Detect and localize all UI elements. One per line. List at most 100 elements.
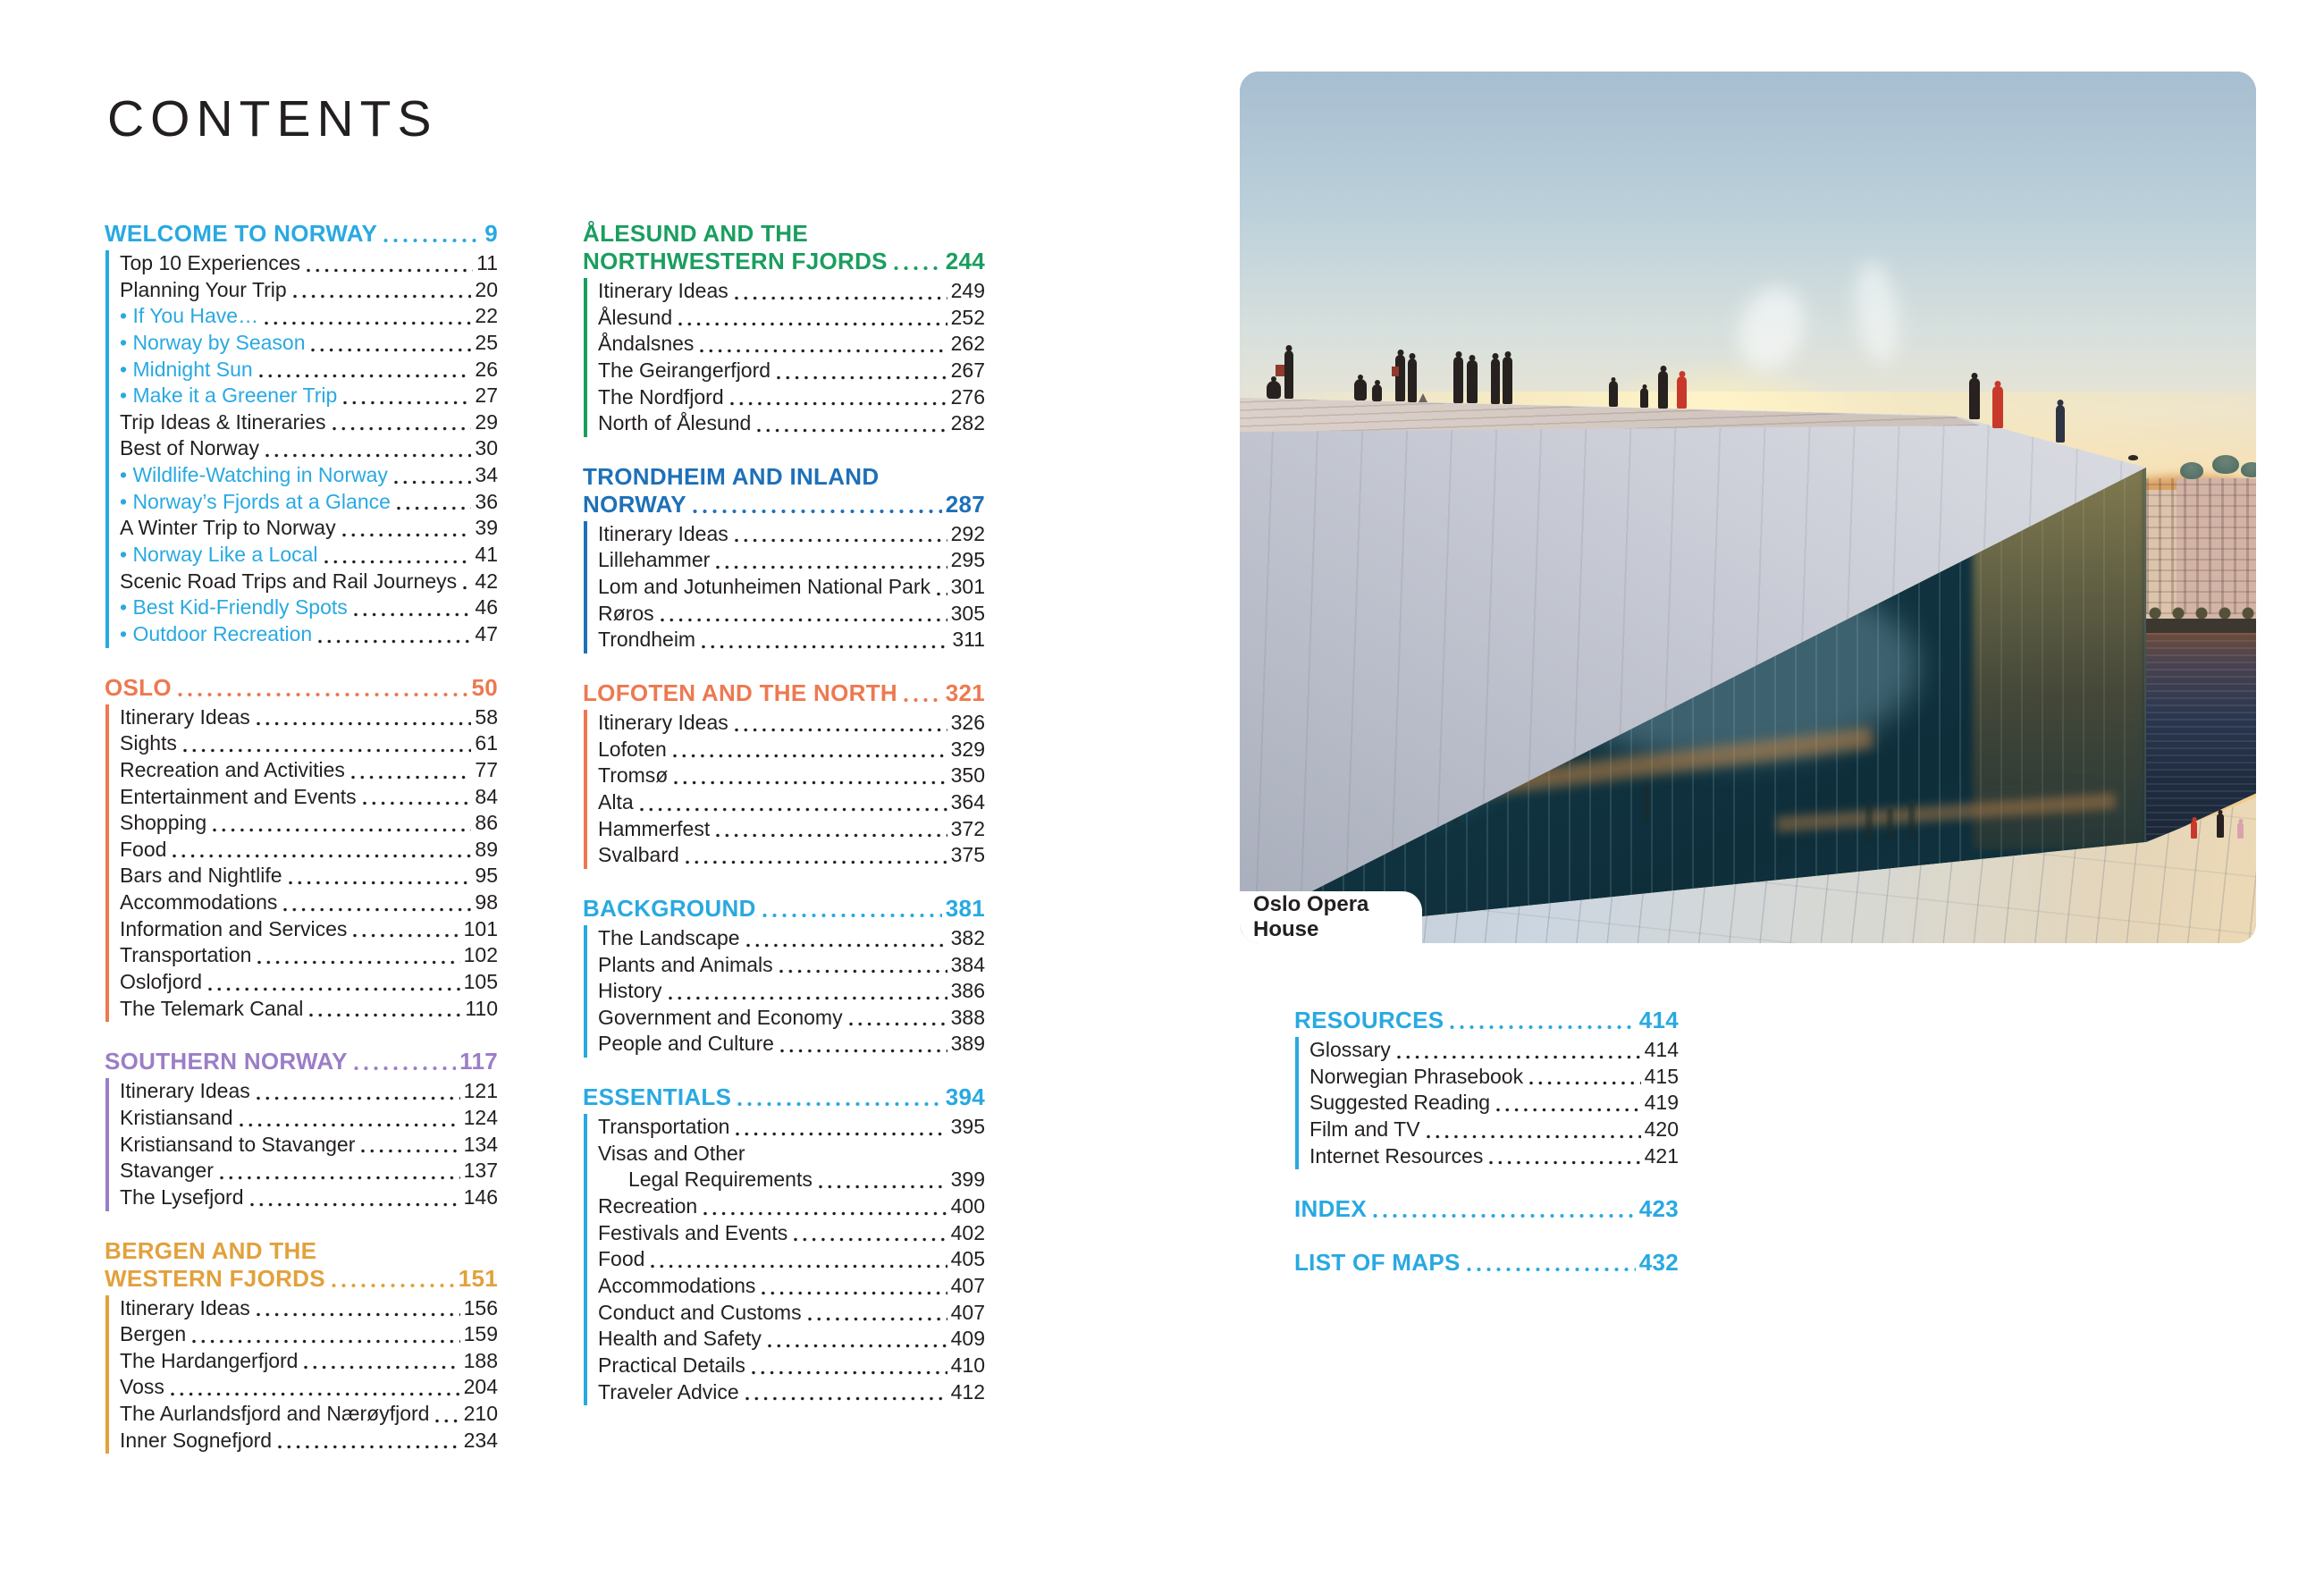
dot-leader [745,1396,947,1401]
toc-section: RESOURCES414Glossary414Norwegian Phraseb… [1294,1007,1679,1169]
waterfront-quay [2146,619,2256,633]
dot-leader [351,775,472,780]
entry-label: Government and Economy [598,1005,843,1032]
section-page-number: 414 [1639,1007,1679,1034]
entry-page-number: 22 [475,303,498,330]
toc-entry: The Geirangerfjord267 [598,358,985,384]
entry-page-number: 326 [951,710,985,737]
dot-leader [265,321,471,325]
dot-leader [678,322,947,326]
entry-page-number: 301 [951,574,985,601]
toc-entry: Film and TV420 [1309,1117,1679,1143]
entry-page-number: 137 [464,1158,498,1185]
toc-entry: Legal Requirements399 [598,1167,985,1193]
entry-label: Trondheim [598,627,695,653]
dot-leader [752,1370,947,1375]
toc-entry: Information and Services101 [120,916,498,943]
entry-page-number: 267 [951,358,985,384]
entry-page-number: 410 [951,1353,985,1379]
toc-entry: Plants and Animals384 [598,952,985,979]
entry-label: Alta [598,789,634,816]
entry-label: Festivals and Events [598,1220,787,1247]
person-silhouette [1408,358,1417,402]
toc-entry: • Norway by Season25 [120,330,498,357]
entry-page-number: 407 [951,1300,985,1327]
entry-page-number: 25 [475,330,498,357]
toc-entry: Trondheim311 [598,627,985,653]
toc-entry: A Winter Trip to Norway39 [120,515,498,542]
toc-entry: Internet Resources421 [1309,1143,1679,1170]
building-windows [2146,478,2256,614]
entry-label: Itinerary Ideas [120,704,250,731]
section-heading-row: SOUTHERN NORWAY117 [105,1048,498,1075]
person-silhouette [1284,350,1293,399]
section-heading: SOUTHERN NORWAY117 [105,1048,498,1075]
entry-label: Ålesund [598,305,672,332]
toc-entry: • Norway’s Fjords at a Glance36 [120,489,498,516]
dot-leader [640,807,947,812]
section-heading-row: ESSENTIALS394 [583,1083,985,1111]
toc-entry: Accommodations407 [598,1273,985,1300]
entry-page-number: 29 [475,409,498,436]
toc-entry: Norwegian Phrasebook415 [1309,1064,1679,1091]
entry-label: Transportation [120,942,251,969]
entry-page-number: 156 [464,1295,498,1322]
section-heading-row: LOFOTEN AND THE NORTH321 [583,679,985,707]
section-page-number: 287 [946,491,985,518]
entry-label: Lofoten [598,737,667,763]
entry-page-number: 210 [464,1401,498,1428]
entry-page-number: 252 [951,305,985,332]
entry-page-number: 61 [475,730,498,757]
toc-entry: Stavanger137 [120,1158,498,1185]
entry-label: Health and Safety [598,1326,762,1353]
toc-entry: North of Ålesund282 [598,410,985,437]
entry-page-number: 399 [951,1167,985,1193]
section-entries: Itinerary Ideas121Kristiansand124Kristia… [105,1078,498,1210]
plaza-person [2237,822,2244,839]
dot-leader [669,996,947,1000]
toc-entry: Visas and Other [598,1141,985,1168]
entry-page-number: 400 [951,1193,985,1220]
entry-label: • Best Kid-Friendly Spots [120,594,348,621]
person-silhouette [1354,379,1367,400]
building-turret [2212,455,2239,474]
dot-leader [779,969,947,974]
toc-section: OSLO50Itinerary Ideas58Sights61Recreatio… [105,674,498,1023]
entry-page-number: 84 [475,784,498,811]
person-silhouette [1640,388,1648,408]
dot-leader [394,480,472,485]
dot-leader [293,294,472,299]
toc-entry: Entertainment and Events84 [120,784,498,811]
toc-entry: Kristiansand to Stavanger134 [120,1132,498,1159]
entry-label: North of Ålesund [598,410,751,437]
entry-label: Visas and Other [598,1141,745,1168]
toc-entry: Itinerary Ideas156 [120,1295,498,1322]
person-silhouette [1491,358,1500,404]
photo-caption: Oslo Opera House [1240,891,1422,943]
toc-entry: Itinerary Ideas 249 [598,278,985,305]
entry-page-number: 249 [951,278,985,305]
section-title: LOFOTEN AND THE NORTH [583,679,897,707]
entry-label: Shopping [120,810,206,837]
entry-label: Sights [120,730,177,757]
entry-label: Planning Your Trip [120,277,287,304]
toc-entry: Åndalsnes262 [598,331,985,358]
toc-entry: • Wildlife-Watching in Norway34 [120,462,498,489]
dot-leader [278,1445,460,1449]
entry-label: The Telemark Canal [120,996,303,1023]
dot-leader [1450,1024,1635,1030]
toc-entry: Transportation102 [120,942,498,969]
section-entries: Itinerary Ideas156Bergen159The Hardanger… [105,1295,498,1454]
section-entries: Itinerary Ideas 249 Ålesund 252Åndalsnes262… [584,278,985,437]
toc-entry: The Hardangerfjord188 [120,1348,498,1375]
section-title: BACKGROUND [583,895,756,923]
entry-page-number: 39 [475,515,498,542]
dot-leader [240,1123,460,1127]
toc-entry: • Midnight Sun26 [120,357,498,384]
entry-label: Itinerary Ideas [598,278,728,305]
toc-entry: Itinerary Ideas326 [598,710,985,737]
entry-label: Traveler Advice [598,1379,739,1406]
dot-leader [342,533,472,537]
dot-leader [794,1237,947,1242]
person-silhouette-red [1992,386,2003,428]
